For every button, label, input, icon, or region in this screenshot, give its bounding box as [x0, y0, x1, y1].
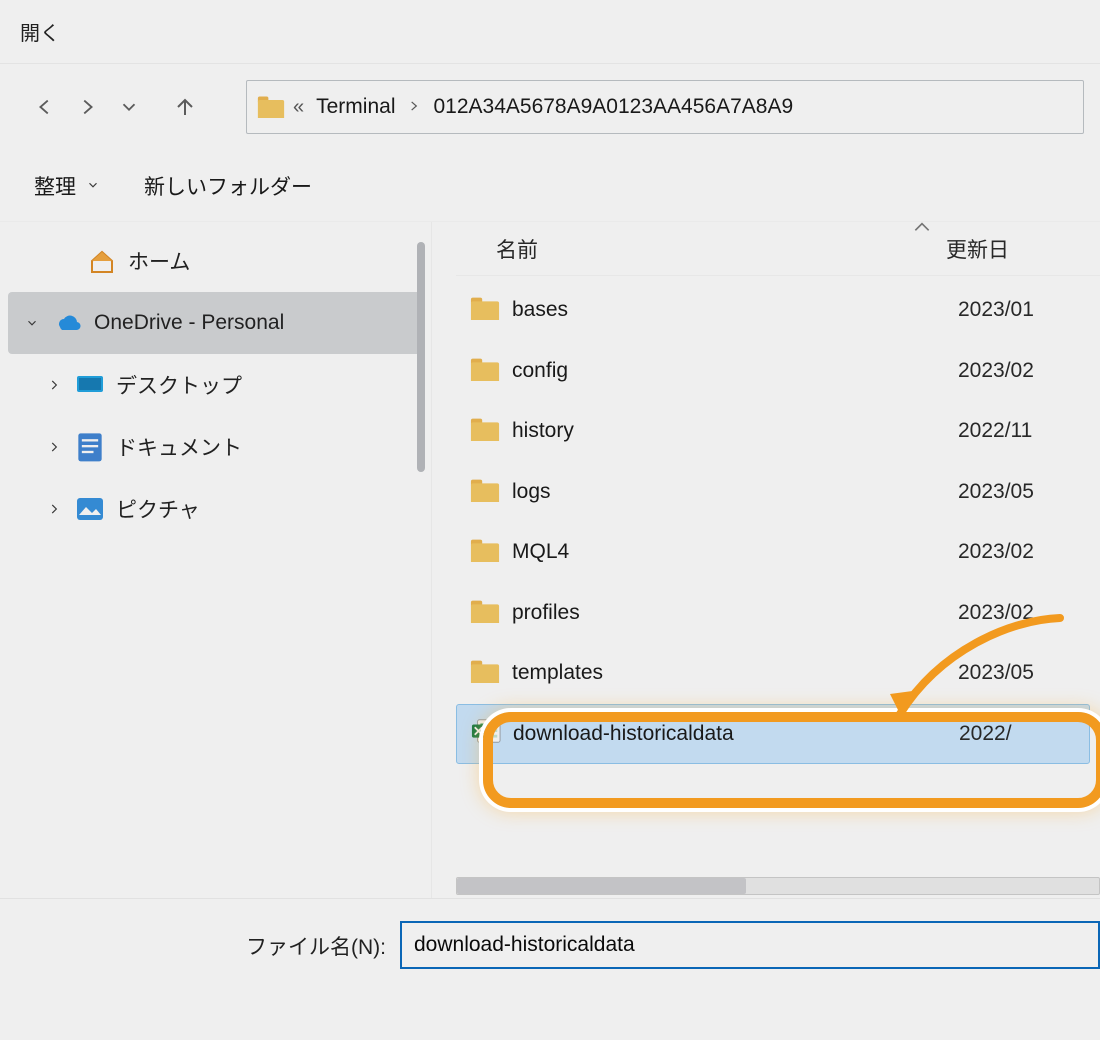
file-pane: 名前 更新日 bases 2023/01 config 2023/02 histor… [432, 222, 1100, 898]
window-title: 開く [20, 17, 60, 46]
sidebar-label-desktop: デスクトップ [116, 370, 242, 400]
folder-icon [470, 294, 500, 326]
sidebar-item-home[interactable]: ホーム [0, 230, 431, 292]
horizontal-scrollbar[interactable] [456, 874, 1100, 898]
chevron-down-icon[interactable] [22, 316, 42, 330]
pictures-icon [76, 495, 104, 523]
file-date: 2023/01 [958, 298, 1100, 322]
file-name: download-historicaldata [513, 722, 734, 746]
file-date: 2023/02 [958, 540, 1100, 564]
folder-icon [470, 536, 500, 568]
sidebar-label-onedrive: OneDrive - Personal [94, 311, 284, 335]
back-button[interactable] [28, 83, 62, 131]
column-modified[interactable]: 更新日 [946, 234, 1100, 264]
file-date: 2022/11 [958, 419, 1100, 443]
nav-row: « Terminal 012A34A5678A9A0123AA456A7A8A9 [0, 64, 1100, 150]
sidebar-scrollbar[interactable] [417, 242, 425, 472]
organize-label: 整理 [34, 171, 76, 201]
file-row[interactable]: profiles 2023/02 [456, 583, 1100, 644]
file-row[interactable]: MQL4 2023/02 [456, 522, 1100, 583]
organize-menu[interactable]: 整理 [34, 171, 100, 201]
breadcrumb-prefix: « [293, 96, 304, 119]
folder-icon [470, 657, 500, 689]
sidebar-label-pictures: ピクチャ [116, 494, 200, 524]
sidebar-item-documents[interactable]: ドキュメント [0, 416, 431, 478]
file-name: templates [512, 661, 603, 685]
chevron-down-icon [86, 174, 100, 198]
filename-input[interactable] [400, 921, 1100, 969]
file-row[interactable]: history 2022/11 [456, 401, 1100, 462]
file-name: profiles [512, 601, 580, 625]
file-row[interactable]: templates 2023/05 [456, 643, 1100, 704]
sidebar-item-pictures[interactable]: ピクチャ [0, 478, 431, 540]
sidebar-item-onedrive[interactable]: OneDrive - Personal [8, 292, 423, 354]
chevron-right-icon[interactable] [44, 502, 64, 516]
folder-icon [470, 415, 500, 447]
sidebar: ホーム OneDrive - Personal デスクトップ [0, 222, 432, 898]
folder-icon [470, 355, 500, 387]
filename-label: ファイル名(N): [0, 921, 400, 961]
folder-icon [257, 93, 285, 121]
sidebar-label-home: ホーム [128, 246, 190, 276]
up-button[interactable] [168, 83, 202, 131]
forward-button[interactable] [70, 83, 104, 131]
home-icon [88, 247, 116, 275]
file-date: 2023/02 [958, 359, 1100, 383]
folder-icon [470, 476, 500, 508]
file-name: config [512, 359, 568, 383]
file-row[interactable]: bases 2023/01 [456, 280, 1100, 341]
desktop-icon [76, 371, 104, 399]
file-name: MQL4 [512, 540, 569, 564]
file-name: logs [512, 480, 551, 504]
breadcrumb[interactable]: « Terminal 012A34A5678A9A0123AA456A7A8A9 [246, 80, 1084, 134]
file-date: 2023/02 [958, 601, 1100, 625]
titlebar: 開く [0, 0, 1100, 64]
file-row[interactable]: logs 2023/05 [456, 462, 1100, 523]
file-list: bases 2023/01 config 2023/02 history 2022/1… [456, 276, 1100, 764]
column-headers[interactable]: 名前 更新日 [456, 222, 1100, 276]
sidebar-item-desktop[interactable]: デスクトップ [0, 354, 431, 416]
chevron-right-icon[interactable] [44, 378, 64, 392]
documents-icon [76, 433, 104, 461]
file-name: bases [512, 298, 568, 322]
excel-file-icon [471, 718, 501, 750]
sidebar-label-documents: ドキュメント [116, 432, 242, 462]
file-date: 2022/ [959, 722, 1089, 746]
file-date: 2023/05 [958, 480, 1100, 504]
breadcrumb-seg-0[interactable]: Terminal [312, 95, 399, 119]
file-name: history [512, 419, 574, 443]
file-row[interactable]: download-historicaldata 2022/ [456, 704, 1090, 765]
column-name[interactable]: 名前 [456, 234, 946, 264]
new-folder-button[interactable]: 新しいフォルダー [144, 171, 312, 201]
chevron-right-icon[interactable] [407, 96, 421, 119]
file-row[interactable]: config 2023/02 [456, 341, 1100, 402]
file-date: 2023/05 [958, 661, 1100, 685]
chevron-right-icon[interactable] [44, 440, 64, 454]
footer: ファイル名(N): [0, 898, 1100, 1040]
new-folder-label: 新しいフォルダー [144, 171, 312, 201]
folder-icon [470, 597, 500, 629]
recent-locations-button[interactable] [112, 83, 146, 131]
breadcrumb-seg-1[interactable]: 012A34A5678A9A0123AA456A7A8A9 [429, 95, 797, 119]
onedrive-icon [54, 309, 82, 337]
sort-indicator-icon [912, 222, 932, 239]
toolbar: 整理 新しいフォルダー [0, 150, 1100, 222]
